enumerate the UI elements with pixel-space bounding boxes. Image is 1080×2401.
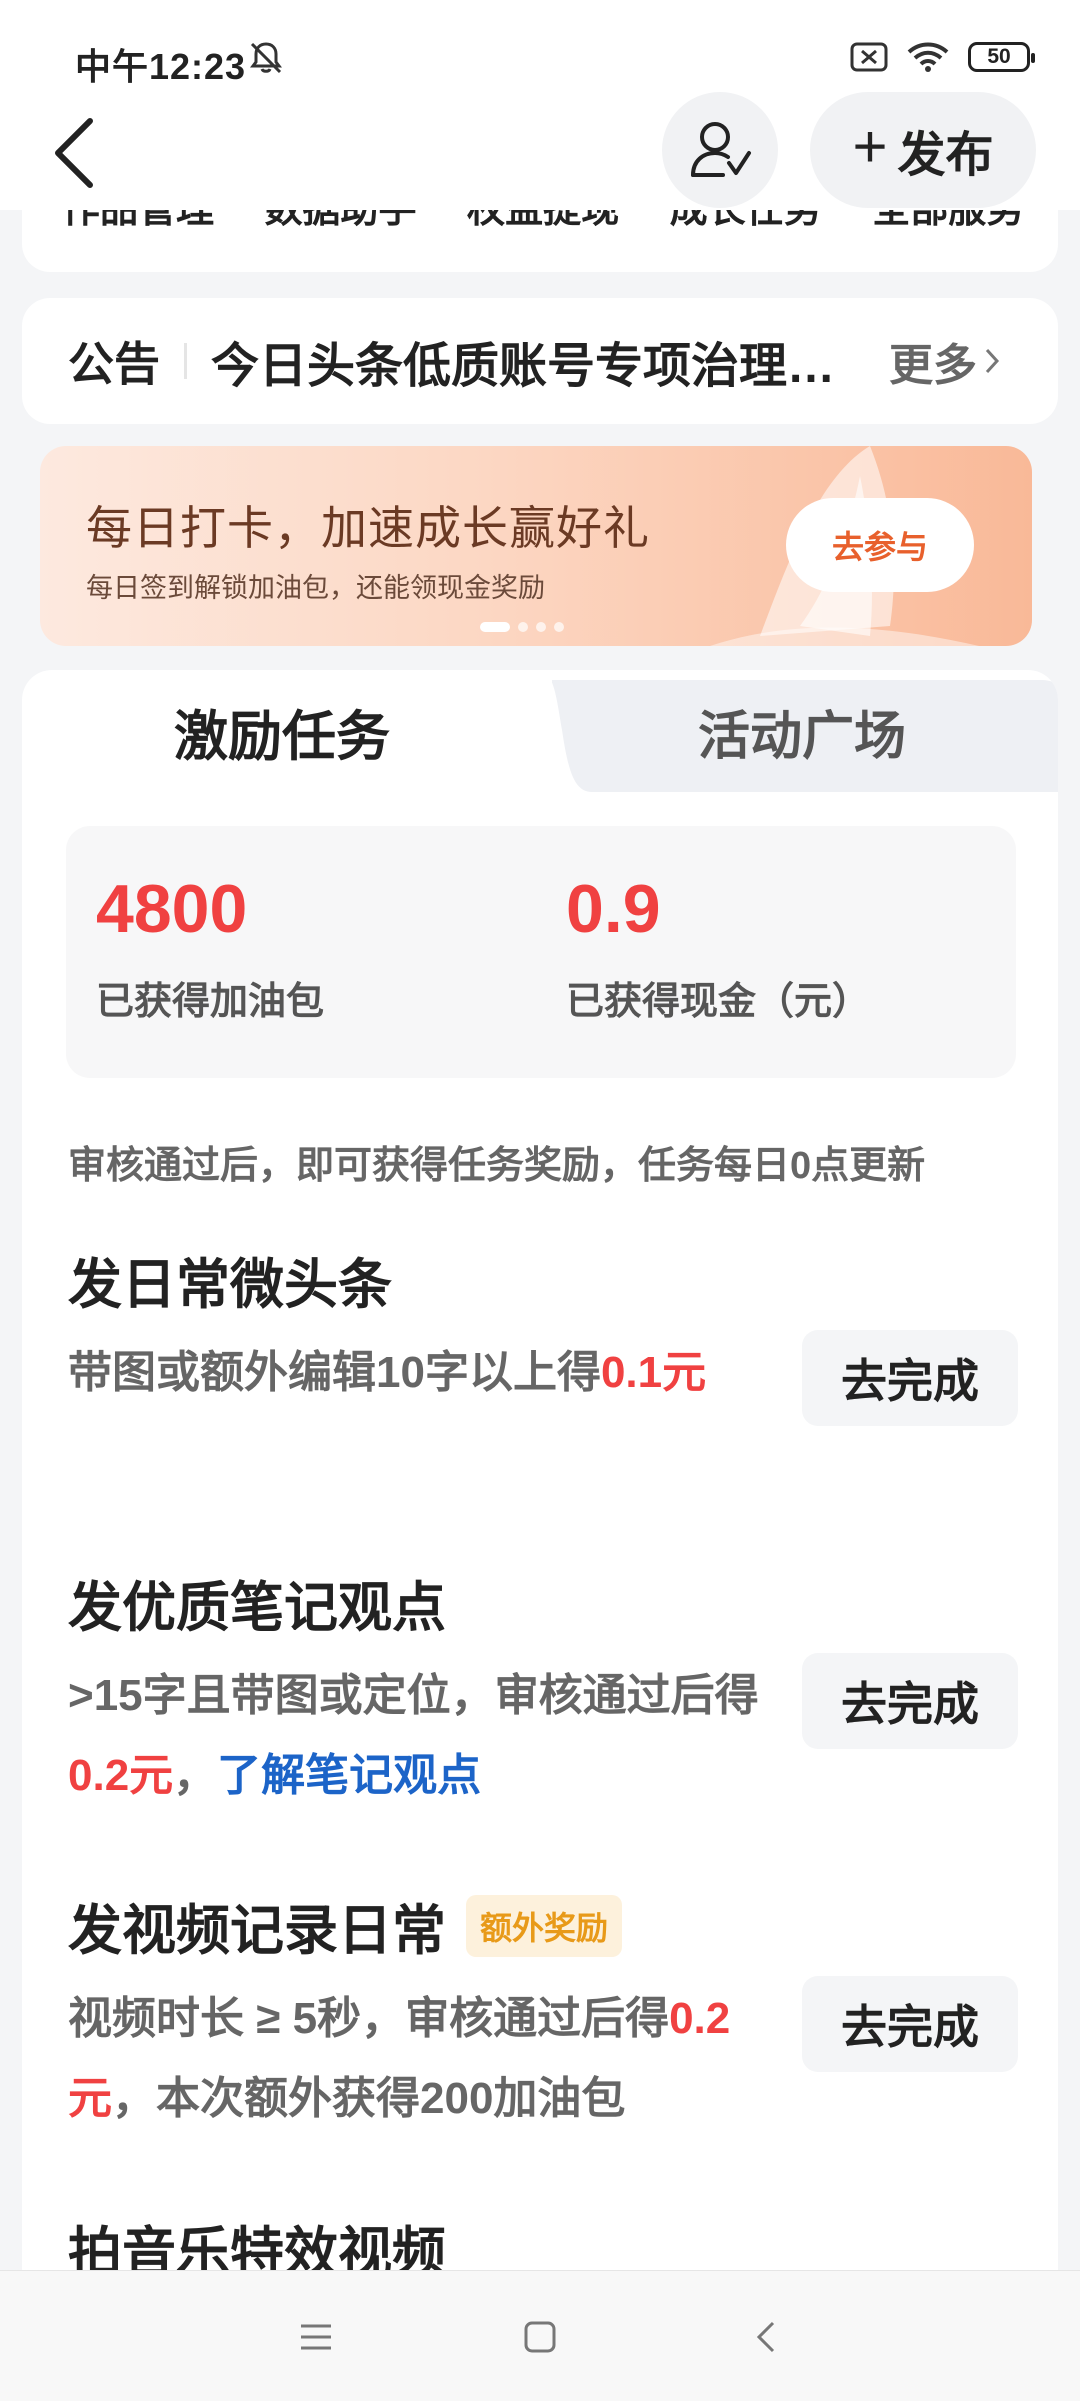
task-title-text: 发日常微头条 (68, 1255, 392, 1315)
publish-button[interactable]: + 发布 (810, 92, 1036, 208)
task-desc-text: 视频时长 ≥ 5秒，审核通过后得 (68, 1994, 670, 2043)
header: + 发布 (0, 90, 1080, 210)
stat-cash: 0.9 已获得现金（元） (566, 870, 870, 1025)
task-item: 发优质笔记观点 >15字且带图或定位，审核通过后得 0.2元，了解笔记观点 去完成 (68, 1563, 1018, 1816)
stat-label: 已获得现金（元） (566, 981, 871, 1023)
tab-activity-plaza[interactable]: 活动广场 (552, 670, 1052, 792)
chevron-right-icon (985, 348, 1000, 374)
stat-value: 0.9 (566, 871, 661, 947)
system-nav-bar (0, 2270, 1080, 2401)
back-button[interactable] (40, 108, 110, 198)
menu-button[interactable] (286, 2307, 346, 2367)
stat-fuel-pack: 4800 已获得加油包 (96, 870, 324, 1025)
banner-dot (554, 622, 564, 632)
bell-off-icon (250, 42, 282, 74)
notice-card[interactable]: 公告 今日头条低质账号专项治理… 更多 (22, 298, 1058, 424)
stat-value: 4800 (96, 871, 248, 947)
banner-title: 每日打卡，加速成长赢好礼 (86, 502, 650, 554)
publish-label: 发布 (897, 129, 994, 182)
task-description: 视频时长 ≥ 5秒，审核通过后得0.2元，本次额外获得200加油包 (68, 1979, 768, 2139)
status-icons: 50 (850, 40, 1035, 74)
notice-text[interactable]: 今日头条低质账号专项治理… (211, 326, 871, 396)
home-square-icon (524, 2321, 556, 2353)
user-check-icon (691, 122, 751, 177)
task-title-text: 发视频记录日常 (68, 1901, 446, 1961)
back-triangle-icon (756, 2321, 775, 2353)
banner-dot (480, 622, 510, 632)
user-button[interactable] (662, 92, 778, 208)
task-item: 发视频记录日常 额外奖励 视频时长 ≥ 5秒，审核通过后得0.2元，本次额外获得… (68, 1886, 1018, 2139)
task-title-text: 发优质笔记观点 (68, 1578, 446, 1638)
banner-dot (518, 622, 528, 632)
extra-reward-badge: 额外奖励 (466, 1894, 623, 1957)
complete-button[interactable]: 去完成 (802, 1653, 1018, 1749)
task-description: 带图或额外编辑10字以上得0.1元 (68, 1333, 768, 1413)
notice-more-label: 更多 (889, 341, 977, 390)
task-item: 发日常微头条 带图或额外编辑10字以上得0.1元 去完成 (68, 1240, 1018, 1426)
wifi-icon (907, 42, 949, 72)
sim-disabled-icon (850, 42, 888, 72)
task-desc-text: 带图或额外编辑10字以上得 (68, 1348, 601, 1397)
notice-label: 公告 (68, 338, 160, 390)
complete-button[interactable]: 去完成 (802, 1976, 1018, 2072)
status-time: 中午12:23 (75, 46, 247, 87)
task-reward: 0.2元 (68, 1751, 174, 1800)
task-desc-extra: ，本次额外获得200加油包 (112, 2074, 626, 2123)
back-nav-button[interactable] (736, 2307, 796, 2367)
task-hint: 审核通过后，即可获得任务奖励，任务每日0点更新 (68, 1145, 926, 1187)
notice-more-link[interactable]: 更多 (889, 329, 1001, 393)
checkin-banner[interactable]: 每日打卡，加速成长赢好礼 每日签到解锁加油包，还能领现金奖励 去参与 (40, 446, 1032, 646)
learn-more-link[interactable]: 了解笔记观点 (217, 1751, 481, 1800)
task-desc-text: >15字且带图或定位，审核通过后得 (68, 1671, 759, 1720)
earnings-summary: 4800 已获得加油包 0.9 已获得现金（元） (66, 826, 1016, 1078)
task-description: >15字且带图或定位，审核通过后得 0.2元，了解笔记观点 (68, 1656, 768, 1816)
task-title: 发优质笔记观点 (68, 1563, 1018, 1642)
join-button[interactable]: 去参与 (786, 498, 974, 592)
stat-label: 已获得加油包 (96, 981, 325, 1023)
menu-icon (301, 2324, 331, 2350)
tab-incentive-tasks[interactable]: 激励任务 (22, 670, 542, 792)
complete-button[interactable]: 去完成 (802, 1330, 1018, 1426)
banner-pagination (480, 622, 564, 632)
home-button[interactable] (510, 2307, 570, 2367)
task-title: 发视频记录日常 额外奖励 (68, 1886, 1018, 1965)
notice-divider (184, 343, 187, 379)
task-panel: 激励任务 活动广场 4800 已获得加油包 0.9 已获得现金（元） 审核通过后… (22, 670, 1058, 2330)
banner-subtitle: 每日签到解锁加油包，还能领现金奖励 (86, 573, 545, 603)
plus-icon: + (852, 113, 888, 180)
task-desc-sep: ， (173, 1751, 218, 1800)
task-reward: 0.1元 (600, 1348, 707, 1397)
chevron-left-icon (55, 118, 93, 188)
task-title: 发日常微头条 (68, 1240, 1018, 1319)
battery-icon: 50 (968, 42, 1035, 72)
banner-dot (536, 622, 546, 632)
